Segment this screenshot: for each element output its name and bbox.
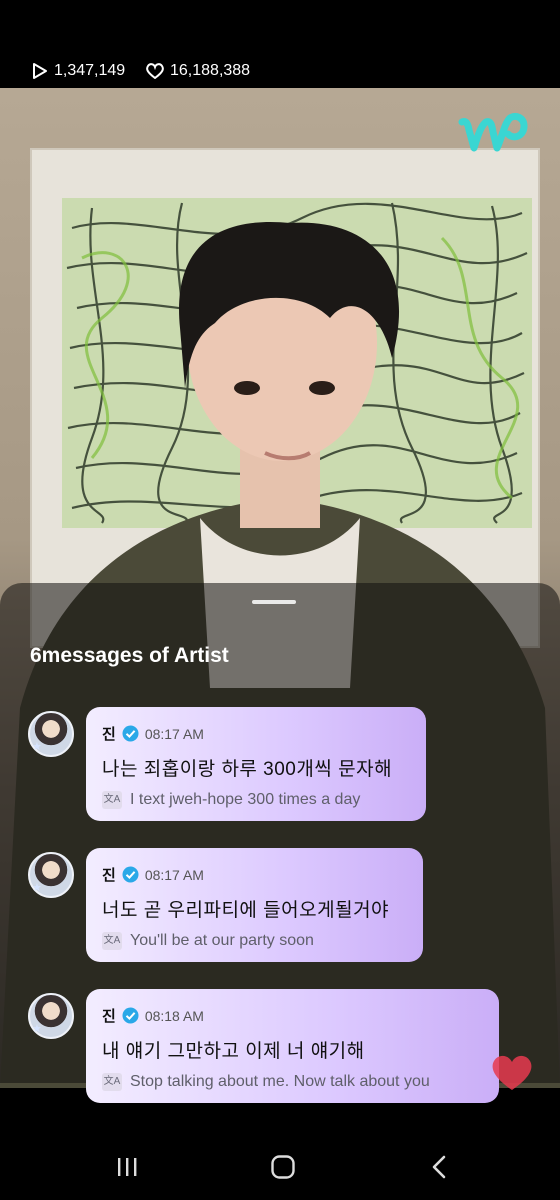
system-nav-bar	[0, 1130, 560, 1200]
translate-icon: 文A	[102, 932, 122, 950]
author-name: 진	[102, 867, 116, 884]
translate-icon: 文A	[102, 791, 122, 809]
back-icon	[432, 1155, 446, 1179]
translate-icon: 文A	[102, 1073, 122, 1091]
verified-badge-icon	[122, 866, 139, 883]
home-button[interactable]	[268, 1152, 298, 1182]
floating-heart-icon	[492, 1055, 532, 1090]
message-text: 내 얘기 그만하고 이제 너 얘기해	[102, 1041, 365, 1062]
verified-badge-icon	[122, 1007, 139, 1024]
recent-apps-button[interactable]	[112, 1152, 142, 1182]
author-name: 진	[102, 1008, 116, 1025]
top-stats-bar: 1,347,149 16,188,388	[0, 0, 560, 88]
like-count: 16,188,388	[146, 62, 250, 80]
message-meta: 진 08:17 AM	[102, 723, 410, 744]
message-time: 08:17 AM	[144, 725, 204, 742]
home-icon	[271, 1155, 295, 1179]
message-translation: 文A Stop talking about me. Now talk about…	[102, 1073, 483, 1091]
verified-badge-icon	[122, 725, 139, 742]
author-name: 진	[102, 726, 116, 743]
message-bubble[interactable]: 진 08:17 AM 너도 곧 우리파티에 들어오게될거야 文A You'll …	[86, 848, 423, 962]
sheet-title: 6messages of Artist	[30, 644, 229, 667]
sheet-drag-handle[interactable]	[252, 600, 296, 604]
star-icon: ★	[32, 882, 42, 894]
message-time: 08:18 AM	[144, 1007, 204, 1024]
translation-text: I text jweh-hope 300 times a day	[130, 791, 361, 808]
message-text: 나는 죄홉이랑 하루 300개씩 문자해	[102, 759, 393, 780]
message-bubble[interactable]: 진 08:18 AM 내 얘기 그만하고 이제 너 얘기해 文A Stop ta…	[86, 989, 499, 1103]
message-text: 너도 곧 우리파티에 들어오게될거야	[102, 900, 390, 921]
message-bubble[interactable]: 진 08:17 AM 나는 죄홉이랑 하루 300개씩 문자해 文A I tex…	[86, 707, 426, 821]
message-time: 08:17 AM	[144, 866, 204, 883]
view-count-value: 1,347,149	[54, 62, 126, 79]
play-icon	[33, 63, 47, 79]
star-icon: ★	[32, 741, 42, 753]
weverse-logo	[458, 112, 528, 152]
star-icon: ★	[32, 1023, 42, 1035]
message-translation: 文A You'll be at our party soon	[102, 932, 407, 950]
translation-text: You'll be at our party soon	[130, 932, 314, 949]
message-translation: 文A I text jweh-hope 300 times a day	[102, 791, 410, 809]
message-meta: 진 08:18 AM	[102, 1005, 483, 1026]
message-meta: 진 08:17 AM	[102, 864, 407, 885]
translation-text: Stop talking about me. Now talk about yo…	[130, 1073, 430, 1090]
recent-apps-icon	[118, 1158, 137, 1176]
heart-icon	[146, 63, 164, 79]
like-count-value: 16,188,388	[170, 62, 251, 79]
view-count: 1,347,149	[32, 62, 125, 80]
back-button[interactable]	[424, 1152, 454, 1182]
